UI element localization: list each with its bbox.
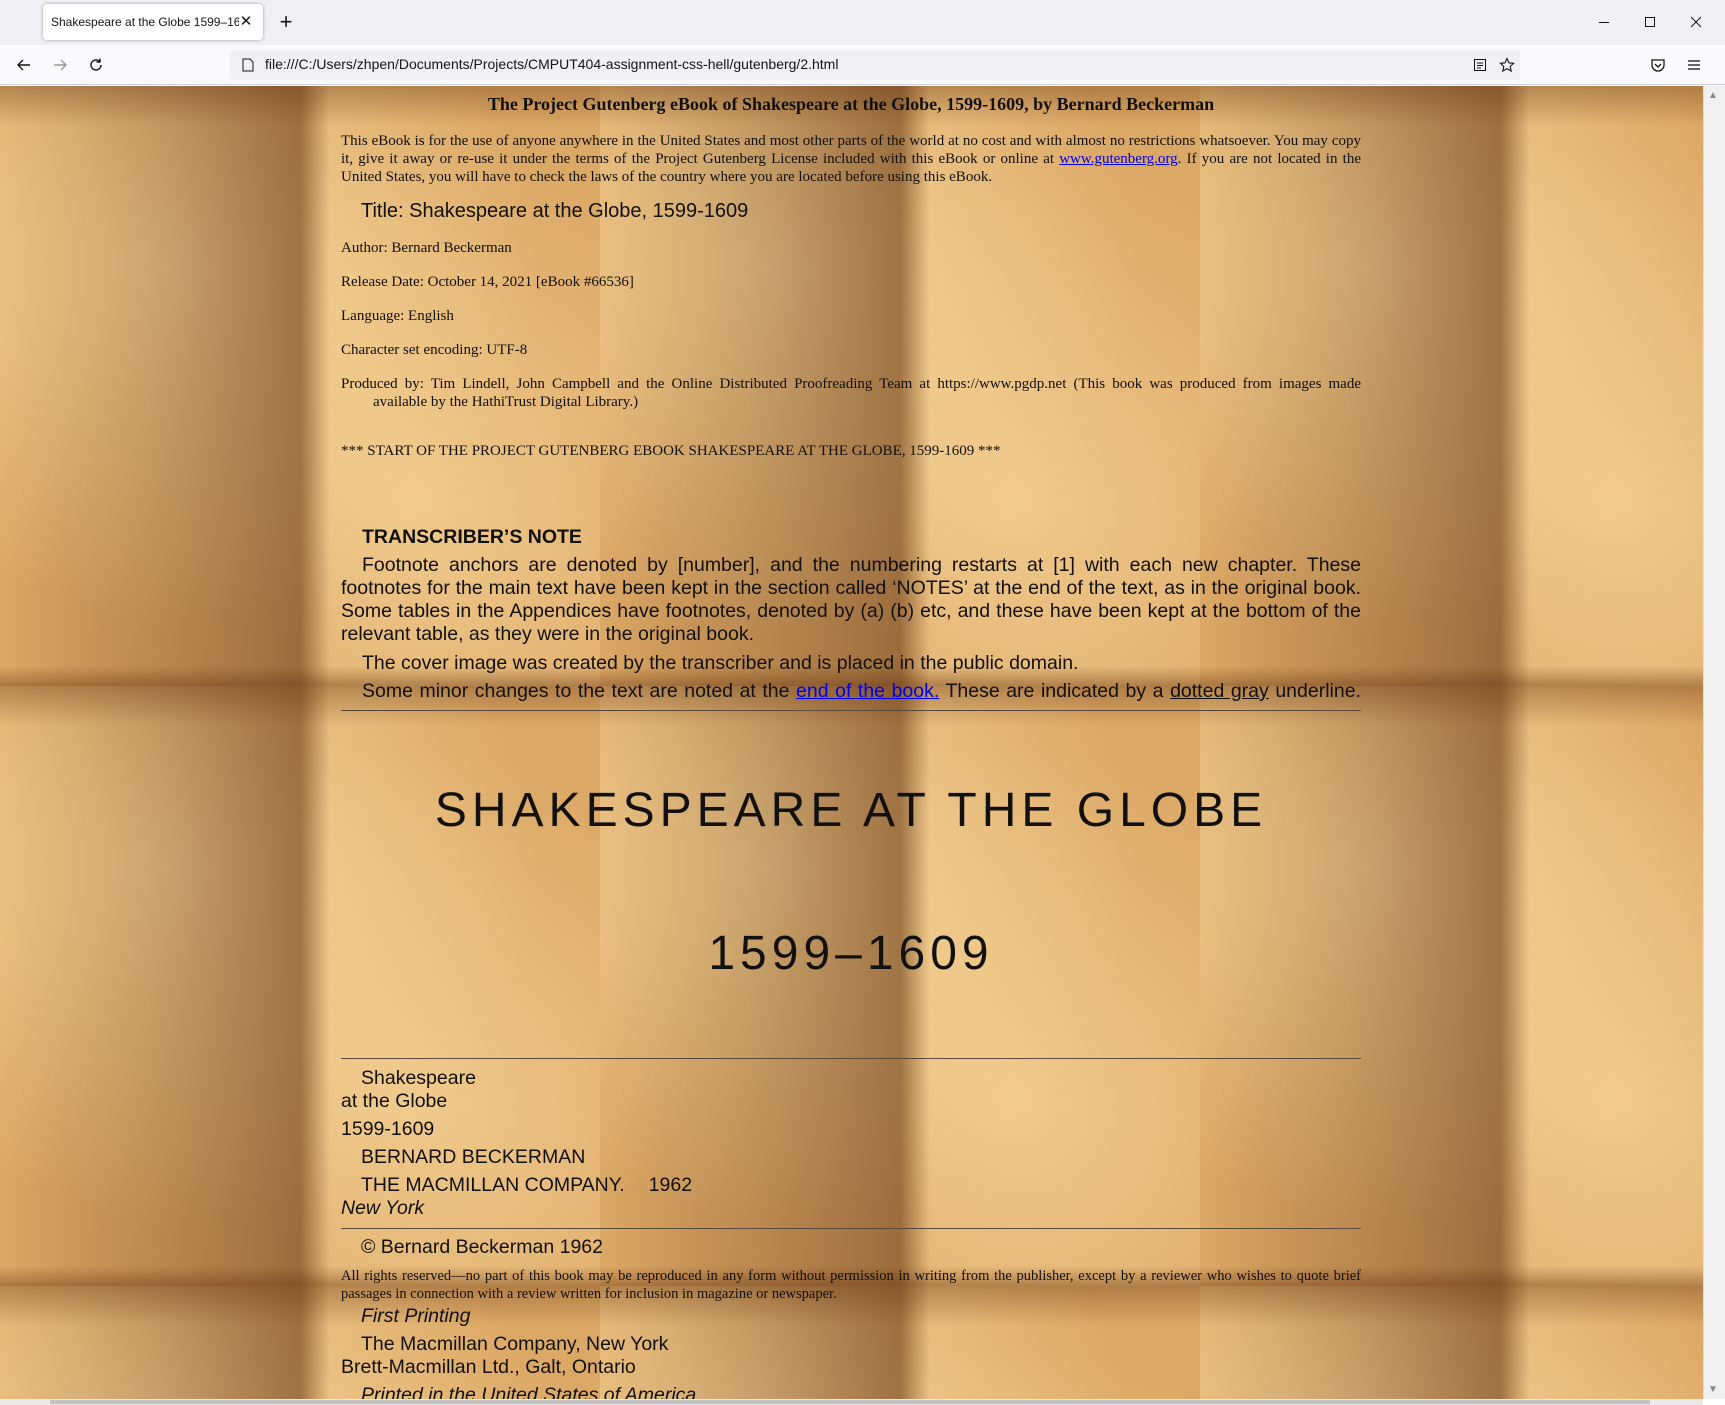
changes-text-3: underline.	[1268, 680, 1361, 702]
pocket-button[interactable]	[1644, 51, 1672, 79]
close-icon	[1690, 16, 1702, 28]
scroll-up-icon[interactable]: ▲	[1708, 90, 1718, 101]
first-printing: First Printing	[361, 1305, 471, 1327]
horizontal-scroll-thumb[interactable]	[50, 1400, 1650, 1404]
author-line: Author: Bernard Beckerman	[341, 240, 512, 256]
ebook-heading: The Project Gutenberg eBook of Shakespea…	[487, 94, 1215, 114]
publication-place: New York	[341, 1197, 425, 1219]
maximize-button[interactable]	[1627, 0, 1673, 44]
arrow-right-icon	[54, 59, 67, 71]
scroll-down-icon[interactable]: ▼	[1708, 1384, 1718, 1395]
navigation-toolbar: file:///C:/Users/zhpen/Documents/Project…	[0, 45, 1725, 85]
url-text[interactable]: file:///C:/Users/zhpen/Documents/Project…	[265, 56, 838, 72]
publication-year: 1962	[648, 1174, 693, 1196]
dotted-gray-sample: dotted gray	[1170, 680, 1269, 702]
publisher-new-york: The Macmillan Company, New York	[361, 1333, 669, 1355]
page-icon	[238, 56, 258, 74]
minimize-icon	[1599, 22, 1609, 23]
publisher-name: THE MACMILLAN COMPANY.	[361, 1174, 625, 1196]
divider	[341, 710, 1361, 711]
new-tab-button[interactable]: +	[275, 9, 297, 35]
pocket-icon	[1651, 59, 1665, 72]
title-line: Title: Shakespeare at the Globe, 1599-16…	[361, 200, 749, 222]
changes-text-2: These are indicated by a	[939, 680, 1171, 702]
forward-button[interactable]	[46, 51, 74, 79]
page-viewport[interactable]: The Project Gutenberg eBook of Shakespea…	[0, 86, 1703, 1399]
arrow-left-icon	[17, 59, 30, 71]
encoding-line: Character set encoding: UTF-8	[341, 342, 528, 358]
copyright-line: © Bernard Beckerman 1962	[361, 1236, 603, 1258]
transcriber-note-paragraph: Footnote anchors are denoted by [number]…	[341, 554, 1361, 645]
close-window-button[interactable]	[1673, 0, 1719, 44]
changes-note: Some minor changes to the text are noted…	[341, 680, 1361, 703]
reader-view-icon[interactable]	[1470, 56, 1490, 74]
end-of-book-link[interactable]: end of the book.	[796, 680, 939, 702]
menu-button[interactable]	[1680, 51, 1708, 79]
hamburger-menu-icon	[1688, 60, 1700, 70]
title-page-line-2: at the Globe	[341, 1090, 448, 1112]
gutenberg-link[interactable]: www.gutenberg.org	[1059, 151, 1177, 167]
address-bar[interactable]: file:///C:/Users/zhpen/Documents/Project…	[230, 50, 1520, 80]
reload-icon	[90, 58, 102, 71]
printed-in: Printed in the United States of America	[361, 1384, 697, 1399]
vertical-scrollbar[interactable]: ▲ ▼	[1703, 86, 1725, 1399]
bookmark-star-icon[interactable]	[1497, 56, 1517, 74]
browser-tab[interactable]: Shakespeare at the Globe 1599–1609 ✕	[43, 4, 263, 40]
produced-by-line-2: available by the HathiTrust Digital Libr…	[373, 394, 639, 410]
minimize-button[interactable]	[1581, 0, 1627, 44]
maximize-icon	[1645, 17, 1655, 27]
title-page-publisher: THE MACMILLAN COMPANY. 1962	[361, 1174, 1381, 1197]
book-title: SHAKESPEARE AT THE GLOBE	[434, 784, 1268, 837]
close-tab-icon[interactable]: ✕	[237, 13, 255, 31]
start-marker: *** START OF THE PROJECT GUTENBERG EBOOK…	[341, 443, 1001, 459]
cover-image-note: The cover image was created by the trans…	[362, 652, 1079, 674]
back-button[interactable]	[10, 51, 38, 79]
produced-by-line-1: Produced by: Tim Lindell, John Campbell …	[341, 376, 1361, 392]
release-date-line: Release Date: October 14, 2021 [eBook #6…	[341, 274, 634, 290]
transcriber-note-heading: TRANSCRIBER’S NOTE	[362, 526, 582, 548]
tab-title: Shakespeare at the Globe 1599–1609	[51, 15, 239, 29]
reload-button[interactable]	[82, 51, 110, 79]
changes-text-1: Some minor changes to the text are noted…	[362, 680, 797, 702]
title-page-line-1: Shakespeare	[361, 1067, 476, 1089]
license-paragraph: This eBook is for the use of anyone anyw…	[341, 132, 1361, 186]
book-years: 1599–1609	[708, 927, 994, 980]
rights-paragraph: All rights reserved—no part of this book…	[341, 1268, 1361, 1302]
language-line: Language: English	[341, 308, 454, 324]
publisher-ontario: Brett-Macmillan Ltd., Galt, Ontario	[341, 1356, 636, 1378]
title-page-author: BERNARD BECKERMAN	[361, 1146, 586, 1168]
horizontal-scrollbar[interactable]	[0, 1399, 1703, 1405]
tab-bar: Shakespeare at the Globe 1599–1609 ✕ +	[0, 0, 1725, 45]
divider	[341, 1058, 1361, 1059]
title-page-line-3: 1599-1609	[341, 1118, 435, 1140]
divider	[341, 1228, 1361, 1229]
